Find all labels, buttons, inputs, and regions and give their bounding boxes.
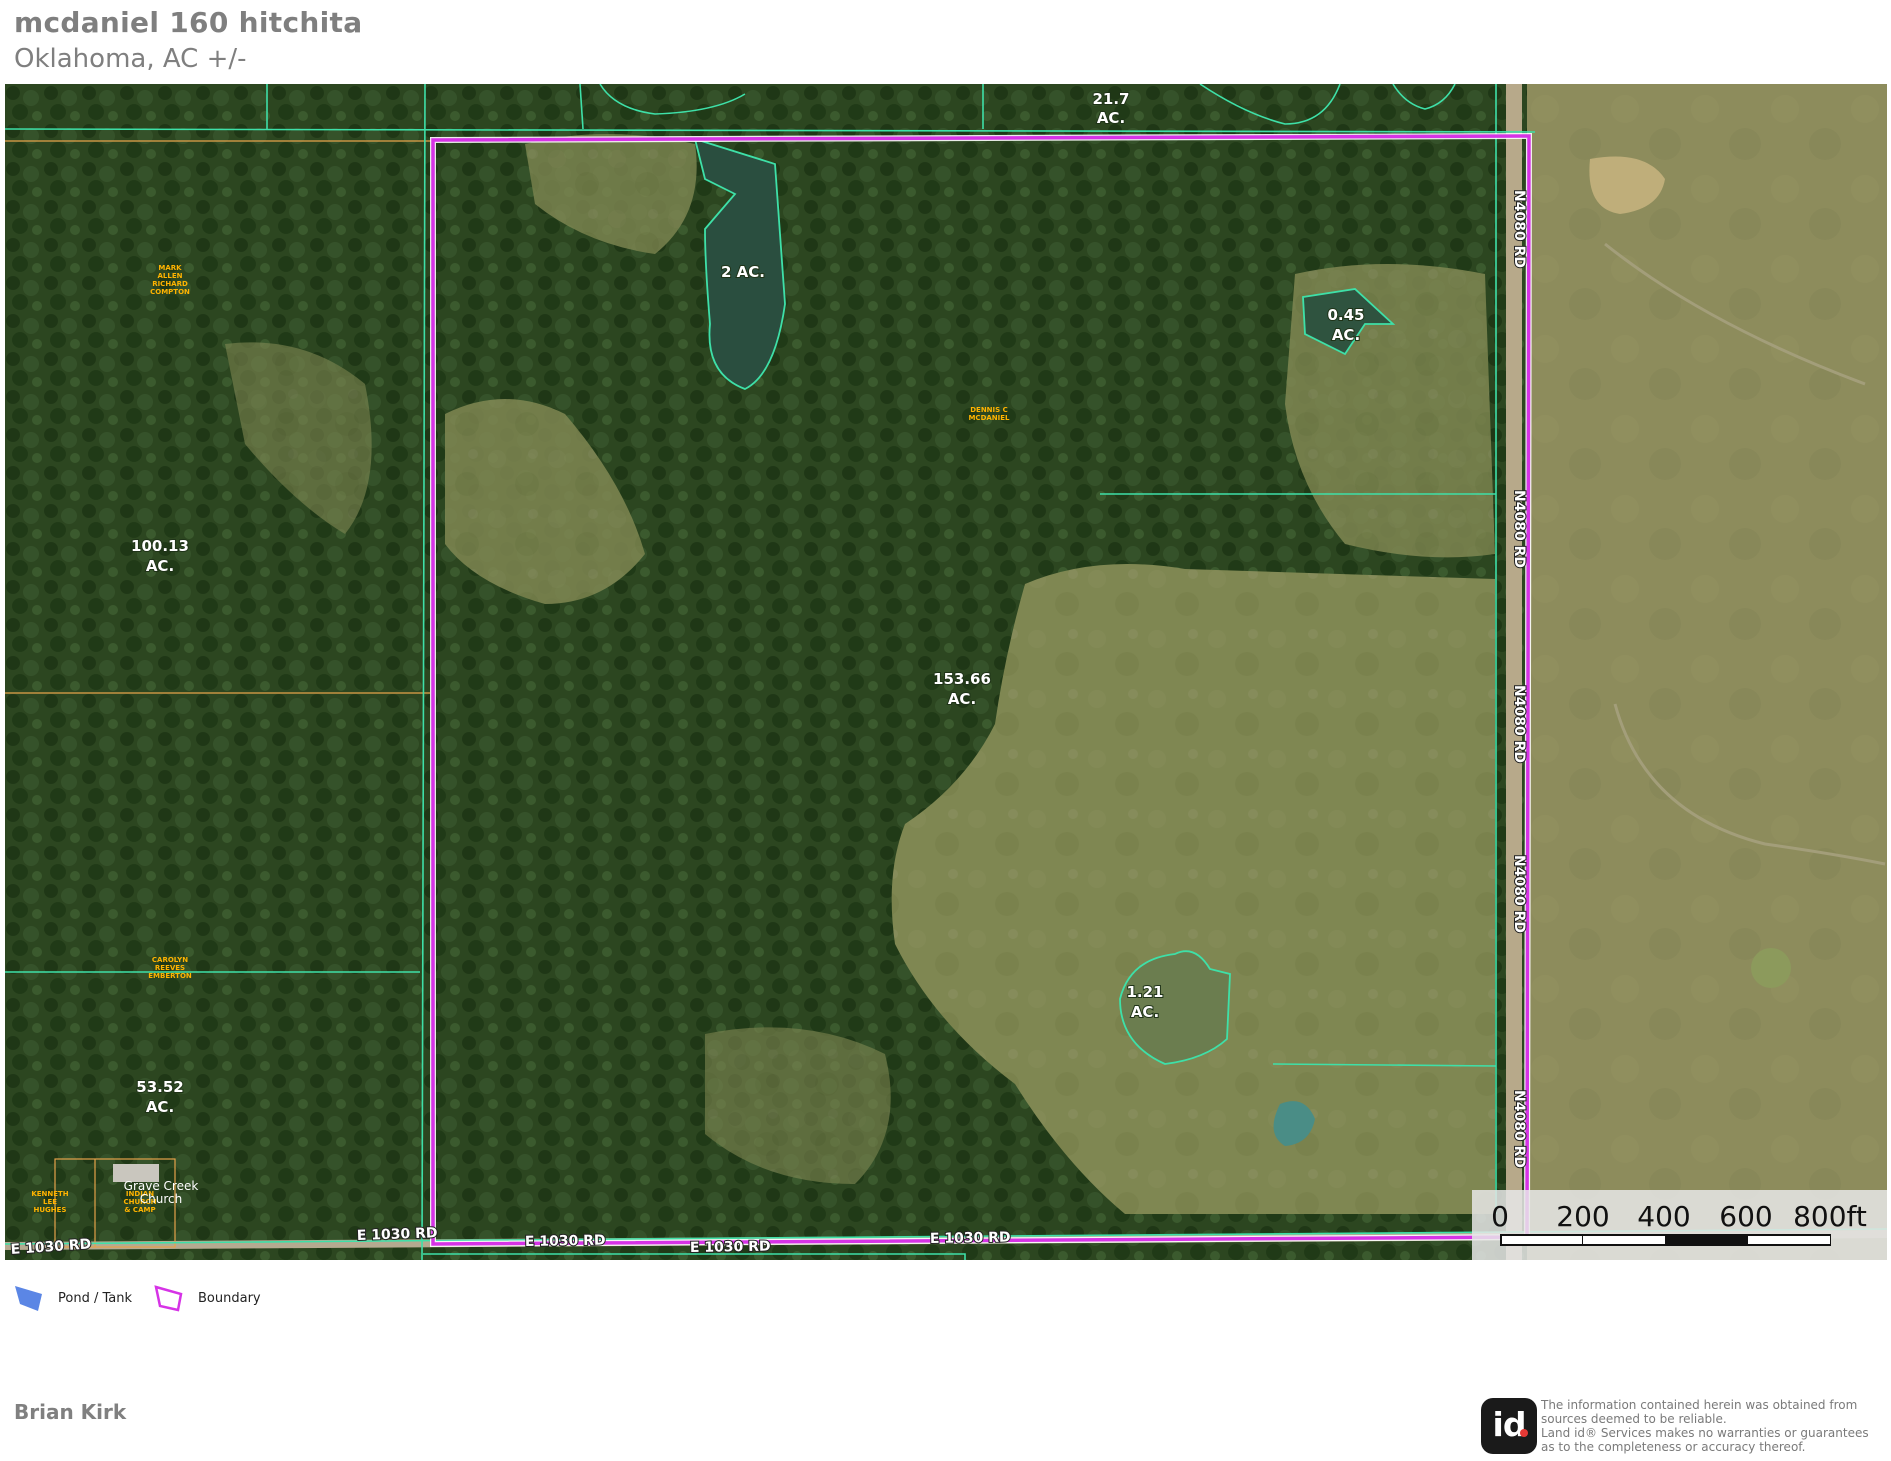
scale-tick-0: 0 [1491, 1200, 1509, 1233]
road-label-south-2: E 1030 RD [525, 1233, 606, 1250]
disclaimer-line: Land id® Services makes no warranties or… [1541, 1426, 1869, 1440]
road-label-south-4: E 1030 RD [930, 1230, 1011, 1247]
pond-unit-southeast: AC. [1131, 1003, 1159, 1021]
owner-label-mcdaniel: DENNIS C MCDANIEL [968, 406, 1010, 422]
pond-label-northeast: 0.45 [1327, 306, 1364, 324]
svg-text:CAROLYN: CAROLYN [152, 956, 188, 964]
legend-label-pond: Pond / Tank [58, 1290, 132, 1306]
parcel-unit-southwest: AC. [146, 1098, 174, 1116]
svg-text:KENNETH: KENNETH [31, 1190, 68, 1198]
svg-text:& CAMP: & CAMP [124, 1206, 155, 1214]
parcel-label-main: 153.66 [933, 670, 991, 688]
parcel-unit-north: AC. [1097, 109, 1125, 127]
scale-tick-600: 600 [1719, 1200, 1772, 1233]
logo-dot-icon [1520, 1429, 1528, 1437]
logo-text: id [1492, 1405, 1527, 1444]
scale-bar: 0 200 400 600 800ft [1472, 1190, 1887, 1260]
svg-text:COMPTON: COMPTON [150, 288, 190, 296]
legend-item-boundary: Boundary [154, 1284, 261, 1312]
map-title: mcdaniel 160 hitchita [14, 6, 363, 39]
legend: Pond / Tank Boundary [14, 1282, 283, 1314]
aerial-map[interactable]: 153.66 AC. 100.13 AC. 53.52 AC. 21.7 AC.… [5, 84, 1887, 1260]
road-label-east-3: N4080 RD [1511, 685, 1527, 763]
road-label-east-4: N4080 RD [1511, 855, 1527, 933]
road-label-south-mid: E 1030 RD [357, 1225, 438, 1244]
svg-text:RICHARD: RICHARD [152, 280, 188, 288]
disclaimer: The information contained herein was obt… [1541, 1398, 1887, 1454]
svg-text:LEE: LEE [43, 1198, 57, 1206]
author-name: Brian Kirk [14, 1400, 127, 1424]
svg-text:REEVES: REEVES [155, 964, 185, 972]
parcel-unit-west: AC. [146, 557, 174, 575]
road-label-south-3: E 1030 RD [690, 1239, 771, 1256]
parcel-unit-main: AC. [948, 690, 976, 708]
legend-label-boundary: Boundary [198, 1290, 261, 1306]
disclaimer-line: sources deemed to be reliable. [1541, 1412, 1727, 1426]
parcel-label-north: 21.7 [1092, 90, 1129, 108]
road-label-east-1: N4080 RD [1511, 190, 1527, 268]
legend-item-pond: Pond / Tank [14, 1284, 132, 1312]
parcel-label-southwest: 53.52 [136, 1078, 183, 1096]
map-subtitle: Oklahoma, AC +/- [14, 44, 247, 74]
scale-tick-800: 800ft [1793, 1200, 1867, 1233]
land-id-logo: id [1481, 1398, 1537, 1454]
svg-text:ALLEN: ALLEN [158, 272, 183, 280]
boundary-swatch-icon [154, 1285, 183, 1312]
svg-text:DENNIS C: DENNIS C [970, 406, 1008, 414]
svg-text:HUGHES: HUGHES [34, 1206, 67, 1214]
svg-text:MARK: MARK [158, 264, 182, 272]
svg-text:EMBERTON: EMBERTON [148, 972, 192, 980]
pond-swatch-icon [15, 1286, 42, 1311]
svg-text:Church: Church [140, 1192, 182, 1206]
disclaimer-line: as to the completeness or accuracy there… [1541, 1440, 1806, 1454]
svg-text:Grave Creek: Grave Creek [124, 1179, 199, 1193]
parcel-label-west: 100.13 [131, 537, 189, 555]
disclaimer-line: The information contained herein was obt… [1541, 1398, 1858, 1412]
road-label-east-2: N4080 RD [1511, 490, 1527, 568]
svg-text:MCDANIEL: MCDANIEL [968, 414, 1010, 422]
scale-tick-200: 200 [1556, 1200, 1609, 1233]
pond-label-southeast: 1.21 [1126, 983, 1163, 1001]
pond-unit-northeast: AC. [1332, 326, 1360, 344]
road-label-east-5: N4080 RD [1511, 1090, 1527, 1168]
scale-tick-400: 400 [1637, 1200, 1690, 1233]
pond-label-north: 2 AC. [721, 263, 765, 281]
